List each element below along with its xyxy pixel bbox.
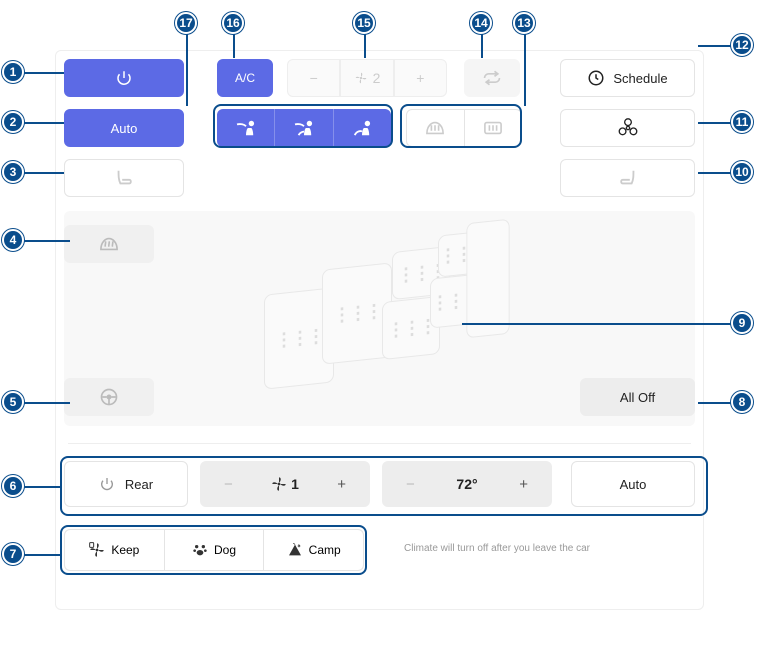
schedule-button[interactable]: Schedule (560, 59, 695, 97)
recirculate-button[interactable] (464, 59, 520, 97)
callout-16: 16 (222, 12, 244, 34)
callout-11: 11 (731, 111, 753, 133)
front-defrost-button[interactable] (406, 109, 465, 147)
keep-label: Keep (111, 543, 139, 557)
ac-button[interactable]: A/C (217, 59, 273, 97)
windshield-heat-button[interactable] (64, 225, 154, 263)
callout-5: 5 (2, 391, 24, 413)
recirculate-icon (482, 70, 502, 86)
rear-defrost-button[interactable] (465, 109, 523, 147)
callout-2: 2 (2, 111, 24, 133)
auto-label: Auto (111, 121, 138, 136)
all-off-button[interactable]: All Off (580, 378, 695, 416)
rear-fan-plus[interactable]: + (313, 461, 370, 507)
seat-left-icon (113, 168, 135, 188)
schedule-label: Schedule (613, 71, 667, 86)
keep-mode-button[interactable]: Keep (64, 529, 165, 571)
callout-3: 3 (2, 161, 24, 183)
biohazard-icon (618, 118, 638, 138)
callout-7: 7 (2, 543, 24, 565)
rear-auto-button[interactable]: Auto (571, 461, 695, 507)
callout-8: 8 (731, 391, 753, 413)
seat-heaters-overview[interactable]: ⋮⋮⋮ ⋮⋮⋮ ⋮⋮⋮ ⋮⋮⋮ ⋮⋮⋮ ⋮⋮⋮ (254, 221, 524, 416)
rear-temp-display: 72° (439, 461, 496, 507)
heat-icon: ⋮⋮⋮ (333, 300, 381, 326)
camp-mode-button[interactable]: Camp (263, 529, 364, 571)
fan-minus[interactable]: − (287, 59, 340, 97)
climate-panel: A/C − 2 + Schedule Auto (55, 50, 704, 610)
steering-wheel-icon (99, 387, 119, 407)
rear-defrost-icon (482, 119, 504, 137)
rear-power-button[interactable]: Rear (64, 461, 188, 507)
camp-icon (287, 542, 303, 558)
heat-icon: ⋮⋮⋮ (387, 315, 435, 341)
power-button[interactable] (64, 59, 184, 97)
windshield-heat-icon (97, 235, 121, 253)
steering-wheel-heat-button[interactable] (64, 378, 154, 416)
cabin-overview: All Off ⋮⋮⋮ ⋮⋮⋮ ⋮⋮⋮ ⋮⋮⋮ ⋮⋮⋮ ⋮⋮⋮ (64, 211, 695, 426)
callout-17: 17 (175, 12, 197, 34)
airflow-feet-button[interactable] (334, 109, 391, 147)
rear-label: Rear (125, 477, 153, 492)
airflow-face-feet-button[interactable] (275, 109, 333, 147)
airflow-feet-icon (351, 119, 373, 137)
callout-10: 10 (731, 161, 753, 183)
seat-right-icon (617, 168, 639, 188)
power-icon (99, 476, 115, 492)
front-defrost-icon (424, 119, 446, 137)
airflow-face-feet-icon (293, 119, 315, 137)
callout-12: 12 (731, 34, 753, 56)
fan-speed-stepper[interactable]: − 2 + (287, 59, 447, 97)
callout-4: 4 (2, 229, 24, 251)
climate-modes-group: Keep Dog Camp (64, 529, 364, 571)
keep-icon (89, 542, 105, 558)
airflow-face-icon (235, 119, 257, 137)
paw-icon (192, 542, 208, 558)
rear-fan-display: 1 (257, 461, 314, 507)
divider (68, 443, 691, 444)
dog-label: Dog (214, 543, 236, 557)
seat-heat-passenger-button[interactable] (560, 159, 695, 197)
rear-temp-plus[interactable]: + (495, 461, 552, 507)
callout-6: 6 (2, 475, 24, 497)
rear-temp-stepper[interactable]: − 72° + (382, 461, 552, 507)
callout-1: 1 (2, 61, 24, 83)
callout-13: 13 (513, 12, 535, 34)
rear-fan-minus[interactable]: − (200, 461, 257, 507)
auto-button[interactable]: Auto (64, 109, 184, 147)
rear-auto-label: Auto (620, 477, 647, 492)
fan-plus[interactable]: + (394, 59, 447, 97)
climate-note: Climate will turn off after you leave th… (404, 543, 590, 554)
heat-icon: ⋮⋮⋮ (275, 325, 323, 351)
dog-mode-button[interactable]: Dog (165, 529, 264, 571)
airflow-direction-group (217, 109, 391, 147)
fan-icon (271, 476, 287, 492)
ac-label: A/C (235, 71, 255, 85)
rear-fan-stepper[interactable]: − 1 + (200, 461, 370, 507)
airflow-face-button[interactable] (217, 109, 275, 147)
callout-9: 9 (731, 312, 753, 334)
camp-label: Camp (309, 543, 341, 557)
bioweapon-defense-button[interactable] (560, 109, 695, 147)
callout-15: 15 (353, 12, 375, 34)
defrost-group (406, 109, 522, 147)
all-off-label: All Off (620, 390, 655, 405)
seat-heat-driver-button[interactable] (64, 159, 184, 197)
clock-icon (587, 69, 605, 87)
fan-icon (354, 71, 368, 85)
rear-temp-minus[interactable]: − (382, 461, 439, 507)
fan-display: 2 (340, 59, 393, 97)
power-icon (115, 69, 133, 87)
callout-14: 14 (470, 12, 492, 34)
